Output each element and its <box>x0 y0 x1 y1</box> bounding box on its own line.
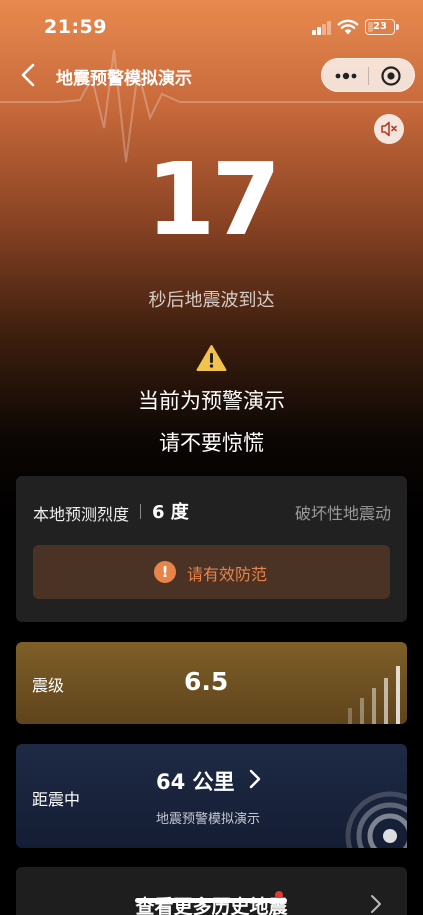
page-title: 地震预警模拟演示 <box>56 69 192 89</box>
history-label: 查看更多历史地震 <box>135 896 288 915</box>
countdown-caption: 秒后地震波到达 <box>148 290 275 311</box>
intensity-label: 本地预测烈度 <box>33 505 130 524</box>
demo-notice-line1: 当前为预警演示 <box>138 389 285 413</box>
divider <box>140 504 141 519</box>
magnitude-label: 震级 <box>32 676 65 695</box>
radar-icon <box>345 791 407 848</box>
intensity-value: 6 度 <box>152 502 189 523</box>
intensity-level: 破坏性地震动 <box>294 504 391 523</box>
more-icon[interactable] <box>333 68 359 84</box>
advice-text: 请有效防范 <box>187 565 268 584</box>
distance-value: 64 公里 <box>156 770 235 794</box>
magnitude-bars-icon <box>348 666 400 724</box>
history-earthquakes-button[interactable]: 查看更多历史地震 <box>16 867 407 915</box>
countdown-seconds: 17 <box>145 141 281 258</box>
distance-card[interactable]: 距震中 64 公里 地震预警模拟演示 <box>16 744 407 848</box>
close-mini-program-icon[interactable] <box>380 65 402 87</box>
nav-bar: 地震预警模拟演示 <box>0 52 423 98</box>
battery-percent: 23 <box>373 21 387 32</box>
back-icon[interactable] <box>14 60 44 90</box>
magnitude-card: 震级 6.5 <box>16 642 407 724</box>
advice-banner: ! 请有效防范 <box>33 545 390 599</box>
intensity-card: 本地预测烈度 6 度 破坏性地震动 ! 请有效防范 <box>16 476 407 622</box>
home-indicator[interactable] <box>135 898 287 903</box>
chevron-right-icon[interactable] <box>248 768 262 790</box>
demo-notice-line2: 请不要惊慌 <box>159 431 264 455</box>
mute-sound-icon[interactable] <box>374 114 404 144</box>
distance-note: 地震预警模拟演示 <box>156 812 261 827</box>
distance-label: 距震中 <box>32 790 81 809</box>
mini-program-capsule <box>321 58 415 92</box>
magnitude-value: 6.5 <box>184 667 229 696</box>
warning-icon <box>196 345 227 371</box>
exclamation-icon: ! <box>154 561 176 583</box>
chevron-right-icon <box>371 895 381 913</box>
